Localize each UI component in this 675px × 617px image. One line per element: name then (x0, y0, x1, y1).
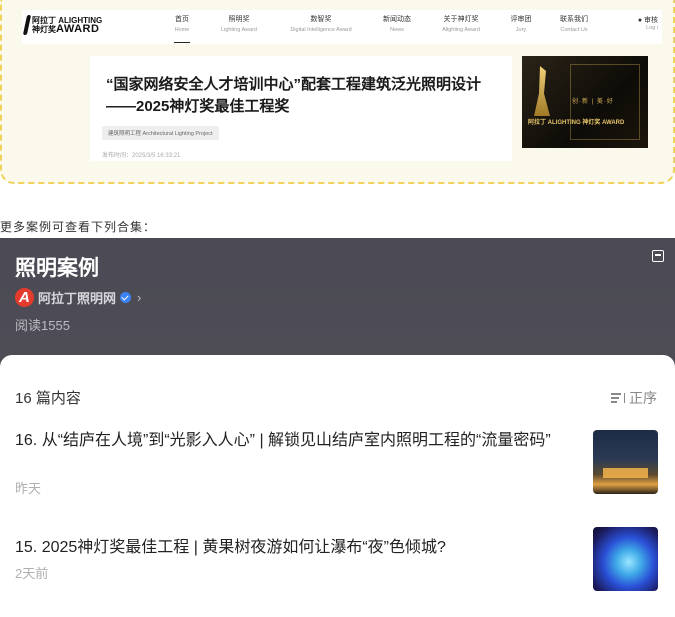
exit-icon[interactable] (652, 250, 664, 262)
collection-author[interactable]: 阿拉丁照明网 › (15, 288, 141, 307)
collection-title: 照明案例 (15, 257, 99, 280)
embedded-article-card[interactable]: 阿拉丁 ALIGHTING 神灯奖AWARD 首页 Home 照明奖 Light… (0, 0, 675, 184)
list-item-thumbnail (593, 430, 658, 494)
article-tag[interactable]: 建筑照明工程 Architectural Lighting Project (102, 126, 219, 140)
site-nav-menu: 首页 Home 照明奖 Lighting Award 数智奖 Digital I… (147, 15, 662, 43)
nav-item-lighting-award[interactable]: 照明奖 Lighting Award (194, 15, 284, 35)
list-item-title: 15. 2025神灯奖最佳工程 | 黄果树夜游如何让瀑布“夜”色倾城? (15, 539, 446, 556)
poster-text: 阿拉丁 ALIGHTING 神灯奖 AWARD (528, 120, 625, 126)
article-list-panel: 16 篇内容 正序 16. 从“结庐在人境”到“光影入人心” | 解锁见山结庐室… (0, 355, 675, 617)
article-title: “国家网络安全人才培训中心”配套工程建筑泛光照明设计——2025神灯奖最佳工程奖 (106, 76, 482, 115)
author-avatar (15, 288, 34, 307)
verified-icon (120, 292, 132, 303)
list-item-time: 2天前 (15, 566, 49, 581)
trophy-icon (534, 66, 550, 116)
list-item-title: 16. 从“结庐在人境”到“光影入人心” | 解锁见山结庐室内照明工程的“流量密… (15, 432, 551, 449)
read-count: 阅读1555 (15, 318, 70, 333)
logo-line2: 神灯奖 (32, 25, 56, 34)
list-item[interactable]: 15. 2025神灯奖最佳工程 | 黄果树夜游如何让瀑布“夜”色倾城? 2天前 (15, 527, 660, 597)
sort-toggle[interactable]: 正序 (611, 388, 657, 408)
site-logo[interactable]: 阿拉丁 ALIGHTING 神灯奖AWARD (22, 15, 102, 35)
article-summary[interactable]: “国家网络安全人才培训中心”配套工程建筑泛光照明设计——2025神灯奖最佳工程奖… (90, 56, 512, 161)
award-poster-image: 创·新 | 美·好 阿拉丁 ALIGHTING 神灯奖 AWARD (522, 56, 648, 148)
author-name: 阿拉丁照明网 (38, 291, 117, 306)
collection-caption: 更多案例可查看下列合集： (0, 220, 157, 234)
list-item-time: 昨天 (15, 481, 42, 496)
article-date: 发布时间：2025/3/5 16:33:21 (102, 153, 181, 159)
list-item-thumbnail (593, 527, 658, 591)
article-count: 16 篇内容 (15, 390, 81, 407)
sort-label: 正序 (629, 390, 657, 406)
site-nav-bar: 阿拉丁 ALIGHTING 神灯奖AWARD 首页 Home 照明奖 Light… (22, 10, 662, 44)
poster-slogan: 创·新 | 美·好 (572, 99, 614, 105)
sort-icon (611, 392, 625, 404)
logo-award: AWARD (56, 23, 100, 35)
list-item[interactable]: 16. 从“结庐在人境”到“光影入人心” | 解锁见山结庐室内照明工程的“流量密… (15, 430, 660, 500)
nav-item-contact[interactable]: 联系我们 Contact Us (529, 15, 619, 35)
logo-mark-icon (22, 15, 32, 35)
user-icon: ● (637, 17, 643, 24)
chevron-right-icon: › (137, 290, 142, 305)
nav-user-login[interactable]: ● 审核 Log i (638, 15, 658, 31)
